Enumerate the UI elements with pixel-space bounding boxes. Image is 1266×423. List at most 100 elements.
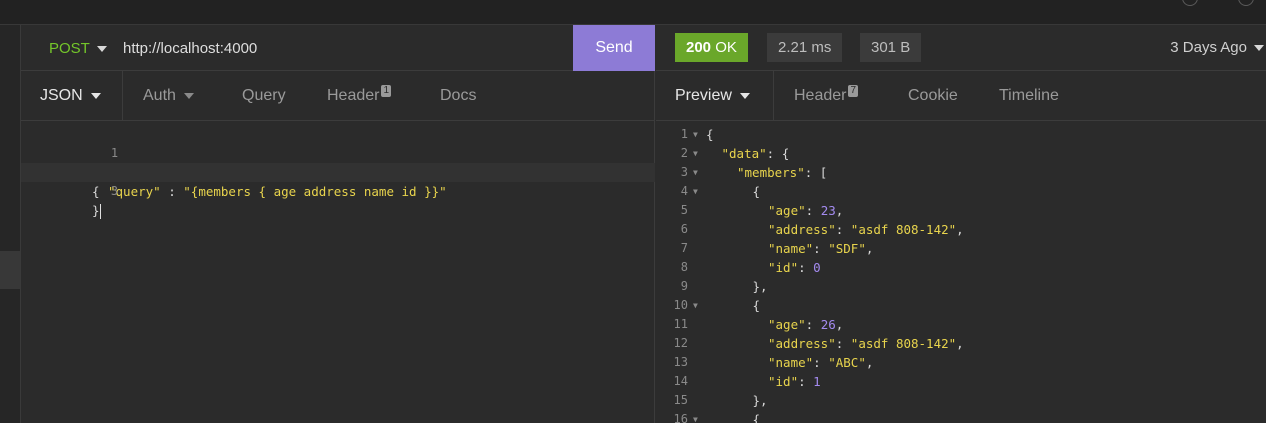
fold-arrow-icon[interactable]: ▼ <box>693 125 698 144</box>
json-punctuation: }, <box>752 279 768 294</box>
tab-label: Header <box>327 87 380 104</box>
code-text: "address": "asdf 808-142", <box>768 334 964 353</box>
fold-arrow-icon[interactable]: ▼ <box>693 144 698 163</box>
json-punctuation: , <box>835 203 844 218</box>
json-key: "age" <box>768 317 806 332</box>
chevron-down-icon <box>1254 45 1264 52</box>
code-text: "address": "asdf 808-142", <box>768 220 964 239</box>
json-punctuation: : <box>835 336 851 351</box>
line-number: 16 <box>673 412 688 423</box>
code-text: { <box>753 182 761 201</box>
line-number: 4 <box>680 184 688 198</box>
text-cursor <box>99 204 101 219</box>
code-line: 7 "name": "SDF", <box>656 239 1266 258</box>
code-line: 14 "id": 1 <box>656 372 1266 391</box>
code-text: { <box>706 125 714 144</box>
tab-label: Preview <box>675 87 732 104</box>
tab-response-header[interactable]: Header 7 <box>794 71 859 120</box>
json-string: "asdf 808-142" <box>850 222 957 237</box>
json-key: "data" <box>721 146 767 161</box>
json-punctuation: { <box>752 184 761 199</box>
tab-label: Query <box>242 87 286 104</box>
history-dropdown[interactable]: 3 Days Ago <box>1170 39 1264 56</box>
code-text: "id": 0 <box>768 258 821 277</box>
tab-auth[interactable]: Auth <box>143 71 194 120</box>
code-line: 11 "age": 26, <box>656 315 1266 334</box>
url-input[interactable]: http://localhost:4000 <box>123 40 257 57</box>
code-line: 10 ▼ { <box>656 296 1266 315</box>
tab-cookie[interactable]: Cookie <box>908 71 958 120</box>
code-text: { <box>753 410 761 423</box>
json-string: "ABC" <box>828 355 866 370</box>
request-body-editor[interactable]: 1 ▼ { 2 "query" : "{members { age addres… <box>21 125 655 219</box>
code-line: 9}, <box>656 277 1266 296</box>
code-text: "name": "ABC", <box>768 353 873 372</box>
line-number: 2 <box>680 146 688 160</box>
history-label: 3 Days Ago <box>1170 39 1247 56</box>
fold-arrow-icon[interactable]: ▼ <box>693 163 698 182</box>
code-line: 2 "query" : "{members { age address name… <box>21 144 655 199</box>
tab-label: Header <box>794 87 847 104</box>
method-dropdown[interactable]: POST <box>49 40 107 57</box>
json-number: 23 <box>820 203 836 218</box>
line-number: 12 <box>673 336 688 350</box>
chevron-down-icon <box>183 92 194 99</box>
json-key: "id" <box>768 260 799 275</box>
line-number: 13 <box>673 355 688 369</box>
json-string: "{members { age address name id }}" <box>183 184 447 199</box>
json-key: "age" <box>768 203 806 218</box>
tab-query[interactable]: Query <box>242 71 286 120</box>
send-button[interactable]: Send <box>573 25 655 71</box>
response-preview[interactable]: 1 ▼{2 ▼ "data": {3 ▼ "members": [4 ▼{5 "age": 2… <box>656 125 1266 423</box>
response-status-bar: 200 OK 2.21 ms 301 B 3 Days Ago <box>656 25 1266 71</box>
code-line: 1 ▼ { <box>21 125 655 199</box>
response-time-badge: 2.21 ms <box>767 33 843 62</box>
line-number: 10 <box>673 298 688 312</box>
fold-arrow-icon[interactable]: ▼ <box>693 410 698 423</box>
code-line-current: 3 } <box>21 163 655 219</box>
sidebar-strip <box>0 25 21 423</box>
header-count-badge: 7 <box>848 85 859 97</box>
code-line: 2 ▼ "data": { <box>656 144 1266 163</box>
tab-json[interactable]: JSON <box>21 71 123 120</box>
json-punctuation: { <box>752 298 761 313</box>
code-text: "data": { <box>722 144 790 163</box>
json-punctuation: : <box>835 222 851 237</box>
line-number: 15 <box>673 393 688 407</box>
json-punctuation: { <box>706 127 714 142</box>
tab-header[interactable]: Header 1 <box>327 71 392 120</box>
tab-timeline[interactable]: Timeline <box>999 71 1059 120</box>
json-number: 1 <box>813 374 821 389</box>
line-number: 6 <box>680 222 688 236</box>
line-number: 3 <box>110 184 119 198</box>
response-size-badge: 301 B <box>860 33 922 62</box>
code-line: 6 "address": "asdf 808-142", <box>656 220 1266 239</box>
circle-icon[interactable] <box>1182 0 1198 6</box>
json-punctuation: : <box>813 241 829 256</box>
json-key: "members" <box>737 165 805 180</box>
json-punctuation: : [ <box>804 165 828 180</box>
tab-label: Docs <box>440 87 477 104</box>
json-key: "address" <box>768 336 836 351</box>
circle-icon[interactable] <box>1238 0 1254 6</box>
url-bar: POST http://localhost:4000 Send <box>21 25 655 71</box>
fold-arrow-icon[interactable]: ▼ <box>693 182 698 201</box>
line-number: 5 <box>680 203 688 217</box>
status-code: 200 <box>686 39 712 56</box>
code-text: "age": 23, <box>768 201 843 220</box>
json-punctuation: : <box>805 317 821 332</box>
json-punctuation: : <box>805 203 821 218</box>
line-number: 1 <box>680 127 688 141</box>
tab-preview[interactable]: Preview <box>656 71 774 120</box>
sidebar-selected-item[interactable] <box>0 251 20 289</box>
line-number: 7 <box>680 241 688 255</box>
json-key: "name" <box>768 241 814 256</box>
tab-docs[interactable]: Docs <box>440 71 476 120</box>
code-line: 1 ▼ { <box>656 125 1266 144</box>
code-text: "name": "SDF", <box>768 239 873 258</box>
fold-arrow-icon[interactable]: ▼ <box>693 296 698 315</box>
tab-label: Timeline <box>999 87 1059 104</box>
header-count-badge: 1 <box>381 85 392 97</box>
tab-label: JSON <box>40 87 83 104</box>
json-punctuation: , <box>865 241 874 256</box>
